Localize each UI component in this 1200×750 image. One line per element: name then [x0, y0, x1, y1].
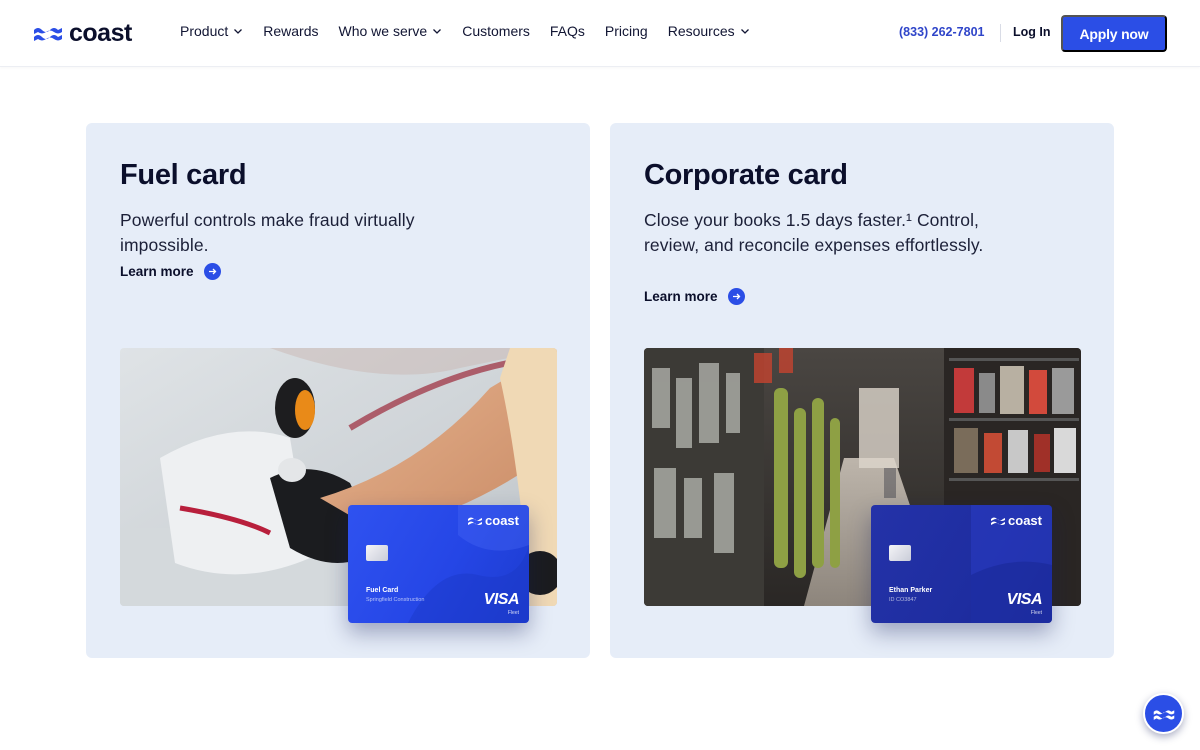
- card-subtitle: ID CO3847: [889, 597, 917, 603]
- nav-pricing[interactable]: Pricing: [605, 23, 648, 39]
- nav-who-we-serve[interactable]: Who we serve: [339, 23, 443, 39]
- corporate-credit-card: coast Ethan Parker ID CO3847 VISA Fleet: [871, 505, 1052, 623]
- card-subtitle: Springfield Construction: [366, 597, 425, 603]
- learn-more-label: Learn more: [120, 264, 194, 279]
- card-holder: Ethan Parker: [889, 587, 933, 594]
- learn-more-link[interactable]: Learn more: [644, 288, 745, 305]
- nav-rewards[interactable]: Rewards: [263, 23, 318, 39]
- nav-product[interactable]: Product: [180, 23, 243, 39]
- chevron-down-icon: [234, 29, 243, 34]
- coast-waves-icon: [34, 28, 62, 41]
- nav-resources[interactable]: Resources: [668, 23, 750, 39]
- card-brand-label: coast: [485, 513, 519, 528]
- nav-label: FAQs: [549, 23, 585, 39]
- card-brand-label: coast: [1008, 513, 1042, 528]
- visa-logo: VISA: [1006, 591, 1043, 608]
- header-divider: [1000, 24, 1001, 42]
- card-holder: Fuel Card: [366, 587, 399, 594]
- learn-more-link[interactable]: Learn more: [120, 263, 221, 280]
- phone-link[interactable]: (833) 262-7801: [899, 25, 984, 39]
- panel-description: Close your books 1.5 days faster.¹ Contr…: [644, 210, 984, 255]
- login-link[interactable]: Log In: [1013, 25, 1051, 39]
- panel-description: Powerful controls make fraud virtually i…: [120, 210, 415, 255]
- nav-label: Who we serve: [338, 23, 428, 39]
- panel-title: Fuel card: [120, 159, 247, 191]
- coast-waves-icon: [1153, 709, 1174, 720]
- main-nav: Product Rewards Who we serve Customers F…: [180, 23, 770, 39]
- site-header: coast Product Rewards Who we serve Custo…: [0, 0, 1200, 67]
- logo-wordmark: coast: [69, 19, 132, 47]
- card-coast-logo: coast: [468, 513, 519, 528]
- coast-logo[interactable]: coast: [33, 20, 132, 46]
- card-chip-icon: [366, 545, 388, 561]
- card-network-sub: Fleet: [507, 610, 519, 616]
- chevron-down-icon: [740, 29, 749, 34]
- nav-customers[interactable]: Customers: [462, 23, 530, 39]
- panel-title: Corporate card: [644, 159, 848, 191]
- arrow-right-icon: [727, 288, 745, 305]
- nav-faqs[interactable]: FAQs: [550, 23, 585, 39]
- corporate-card-panel: Corporate card Close your books 1.5 days…: [610, 123, 1114, 658]
- card-network-sub: Fleet: [1030, 610, 1042, 616]
- card-chip-icon: [889, 545, 911, 561]
- card-coast-logo: coast: [991, 513, 1042, 528]
- nav-label: Pricing: [604, 23, 648, 39]
- nav-label: Resources: [667, 23, 735, 39]
- visa-logo: VISA: [483, 591, 520, 608]
- fuel-card-panel: Fuel card Powerful controls make fraud v…: [86, 123, 590, 658]
- nav-label: Customers: [462, 23, 530, 39]
- fuel-credit-card: coast Fuel Card Springfield Construction…: [348, 505, 529, 623]
- arrow-right-icon: [203, 263, 221, 280]
- learn-more-label: Learn more: [644, 289, 718, 304]
- coast-chat-button[interactable]: [1143, 693, 1184, 734]
- apply-now-button[interactable]: Apply now: [1061, 15, 1167, 52]
- chevron-down-icon: [433, 29, 442, 34]
- nav-label: Rewards: [263, 23, 319, 39]
- nav-label: Product: [180, 23, 229, 39]
